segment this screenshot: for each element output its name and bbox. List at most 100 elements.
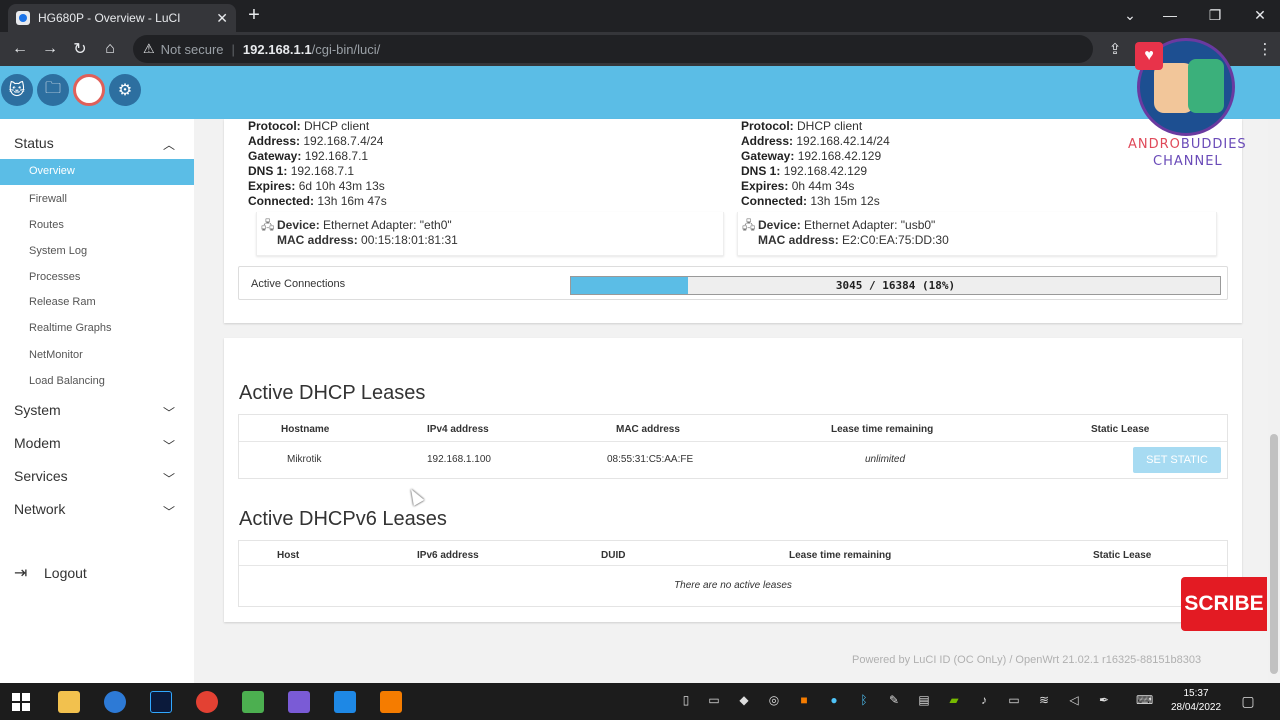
column-header: Static Lease	[1091, 424, 1150, 435]
notepad-icon[interactable]	[242, 691, 264, 713]
windows-start-icon[interactable]	[12, 693, 30, 711]
address-value: 192.168.42.14/24	[796, 134, 890, 148]
tab-search-icon[interactable]: ⌄	[1110, 0, 1150, 30]
expires-value: 0h 44m 34s	[791, 179, 855, 193]
share-icon[interactable]: ⇪	[1100, 40, 1130, 58]
tray-icon[interactable]: ●	[826, 693, 842, 709]
column-header: MAC address	[616, 424, 680, 435]
url-path: /cgi-bin/luci/	[311, 41, 381, 57]
page-scrollbar[interactable]	[1268, 119, 1280, 683]
sidebar-item-system[interactable]: System	[14, 402, 61, 418]
expires-label: Expires:	[248, 179, 296, 193]
keyboard-icon[interactable]: ⌨	[1136, 693, 1153, 709]
sidebar-item-status[interactable]: Status	[14, 135, 54, 151]
microphone-icon[interactable]: ♪	[976, 693, 992, 709]
chrome-icon[interactable]	[196, 691, 218, 713]
sidebar-item-system-log[interactable]: System Log	[29, 245, 87, 257]
chevron-down-icon[interactable]: ﹀	[163, 404, 175, 421]
sidebar-item-netmonitor[interactable]: NetMonitor	[29, 349, 83, 361]
gear-icon[interactable]: ⚙	[109, 74, 141, 106]
cat-logo-icon[interactable]: 🐱	[1, 74, 33, 106]
column-header: Hostname	[281, 424, 330, 435]
new-tab-button[interactable]: +	[244, 4, 264, 26]
folder-icon[interactable]: 🗀	[37, 74, 69, 106]
sidebar-item-firewall[interactable]: Firewall	[29, 193, 67, 205]
display-icon[interactable]: ▭	[1006, 693, 1022, 709]
volume-icon[interactable]: ◁	[1066, 693, 1082, 709]
minimize-button[interactable]: —	[1150, 0, 1190, 30]
sidebar-item-label: Overview	[29, 165, 75, 177]
close-window-button[interactable]: ✕	[1240, 0, 1280, 30]
sidebar-item-modem[interactable]: Modem	[14, 435, 61, 451]
wifi-icon[interactable]: ≋	[1036, 693, 1052, 709]
chevron-up-icon[interactable]: ︿	[163, 136, 175, 153]
network-status-card: Protocol: DHCP client Address: 192.168.7…	[224, 119, 1242, 323]
heart-icon: ♥	[1135, 42, 1163, 70]
bluetooth-icon[interactable]: ᛒ	[856, 693, 872, 709]
forward-icon[interactable]: →	[35, 40, 65, 58]
sidebar-item-load-balancing[interactable]: Load Balancing	[29, 375, 105, 387]
app-icon[interactable]	[334, 691, 356, 713]
browser-tab[interactable]: HG680P - Overview - LuCI ✕	[8, 4, 236, 32]
tray-icon[interactable]: ■	[796, 693, 812, 709]
notification-icon[interactable]: ▢	[1240, 693, 1256, 709]
sidebar: Status ︿ Overview Firewall Routes System…	[0, 119, 194, 683]
speed-icon[interactable]	[73, 74, 105, 106]
sidebar-item-overview[interactable]: Overview	[0, 159, 194, 185]
shield-icon[interactable]: ◆	[736, 693, 752, 709]
not-secure-label: Not secure	[160, 41, 224, 57]
hostname-cell: Mikrotik	[287, 454, 322, 465]
sidebar-item-realtime-graphs[interactable]: Realtime Graphs	[29, 322, 112, 334]
chevron-down-icon[interactable]: ﹀	[163, 503, 175, 520]
restore-button[interactable]: ❐	[1195, 0, 1235, 30]
tray-icon[interactable]: ▯	[678, 693, 694, 709]
lease-cell: unlimited	[865, 454, 906, 465]
ipv4-cell: 192.168.1.100	[427, 454, 491, 465]
tray-icon[interactable]: ▭	[706, 693, 722, 709]
chevron-down-icon[interactable]: ﹀	[163, 437, 175, 454]
dhcp-leases-title: Active DHCP Leases	[239, 382, 426, 404]
video-app-icon[interactable]	[380, 691, 402, 713]
camera-icon[interactable]: ◎	[766, 693, 782, 709]
menu-icon[interactable]: ⋮	[1250, 40, 1280, 58]
sidebar-item-services[interactable]: Services	[14, 468, 68, 484]
close-tab-icon[interactable]: ✕	[216, 10, 228, 27]
tray-icon[interactable]: ✎	[886, 693, 902, 709]
active-connections-label: Active Connections	[251, 278, 346, 290]
connected-label: Connected:	[248, 194, 314, 208]
warning-icon: ⚠	[143, 41, 155, 56]
edge-icon[interactable]	[104, 691, 126, 713]
device-value: Ethernet Adapter: "eth0"	[323, 218, 452, 232]
set-static-button[interactable]: SET STATIC	[1133, 447, 1221, 473]
url-host: 192.168.1.1	[242, 41, 312, 57]
logout-label: Logout	[44, 565, 87, 581]
footer-text: Powered by LuCI ID (OC OnLy) / OpenWrt 2…	[852, 654, 1202, 666]
dhcp-leases-table: Hostname IPv4 address MAC address Lease …	[238, 414, 1228, 479]
reload-icon[interactable]: ↻	[65, 39, 95, 59]
gateway-value: 192.168.42.129	[797, 149, 882, 163]
logout-link[interactable]: ⇥ Logout	[14, 563, 87, 583]
tray-icon[interactable]: ▤	[916, 693, 932, 709]
sidebar-item-routes[interactable]: Routes	[29, 219, 64, 231]
gateway-label: Gateway:	[248, 149, 302, 163]
subscribe-button[interactable]: SCRIBE	[1181, 577, 1267, 631]
back-icon[interactable]: ←	[5, 40, 35, 58]
pen-icon[interactable]: ✒	[1096, 693, 1112, 709]
dhcpv6-leases-title: Active DHCPv6 Leases	[239, 508, 447, 530]
expires-label: Expires:	[741, 179, 789, 193]
home-icon[interactable]: ⌂	[95, 40, 125, 58]
sidebar-item-processes[interactable]: Processes	[29, 271, 80, 283]
chevron-down-icon[interactable]: ﹀	[163, 470, 175, 487]
sidebar-item-network[interactable]: Network	[14, 501, 65, 517]
file-explorer-icon[interactable]	[58, 691, 80, 713]
sidebar-item-release-ram[interactable]: Release Ram	[29, 296, 96, 308]
url-bar[interactable]: ⚠ Not secure | 192.168.1.1 /cgi-bin/luci…	[133, 35, 1093, 63]
wan2-info: Protocol: DHCP client Address: 192.168.4…	[741, 119, 890, 209]
scrollbar-thumb[interactable]	[1270, 434, 1278, 674]
address-toolbar: ← → ↻ ⌂ ⚠ Not secure | 192.168.1.1 /cgi-…	[0, 32, 1280, 66]
photoshop-icon[interactable]	[150, 691, 172, 713]
network-app-icon[interactable]	[288, 691, 310, 713]
taskbar-clock[interactable]: 15:37 28/04/2022	[1168, 687, 1224, 715]
nvidia-icon[interactable]: ▰	[946, 693, 962, 709]
connected-label: Connected:	[741, 194, 807, 208]
